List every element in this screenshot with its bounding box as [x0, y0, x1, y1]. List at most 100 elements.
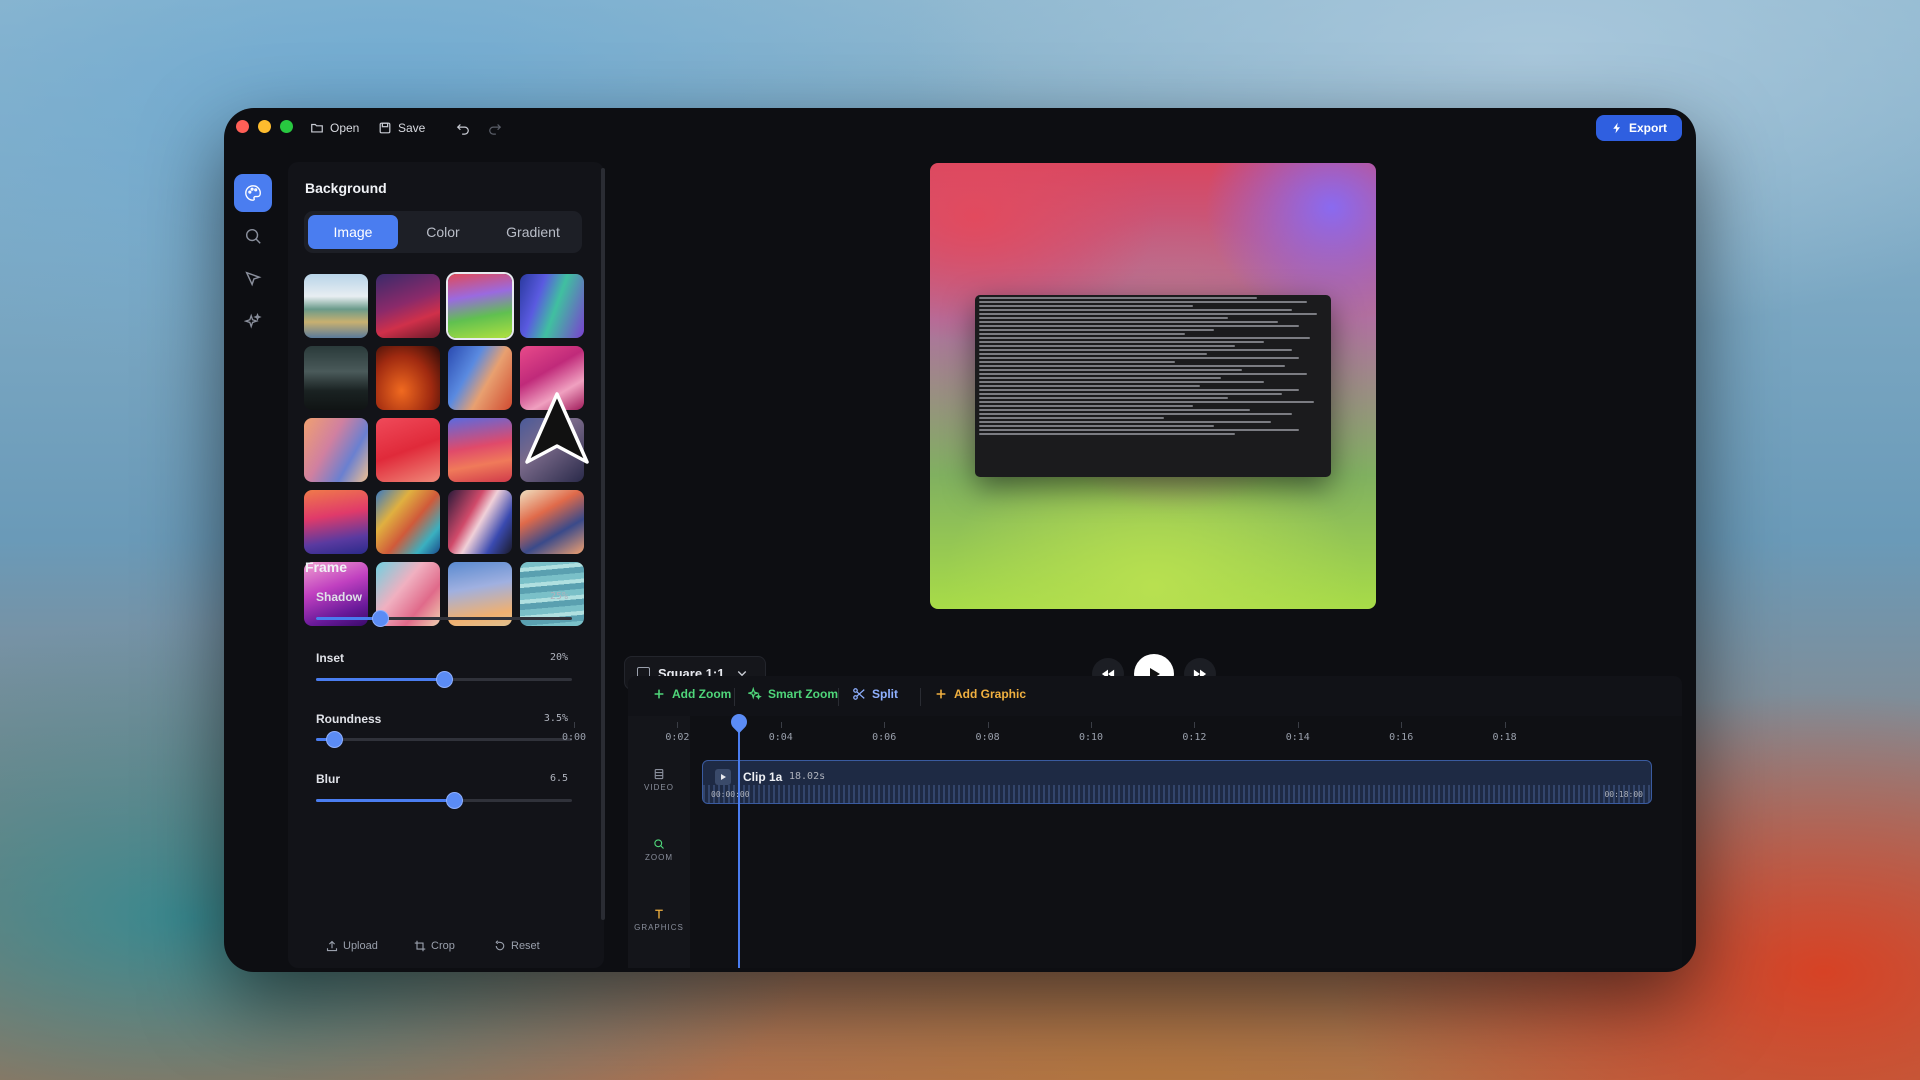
wallpaper-thumbnail[interactable]	[448, 490, 512, 554]
blur-slider-fill	[316, 799, 455, 802]
time-tick-mark	[987, 722, 989, 728]
video-track-label[interactable]: VIDEO	[628, 768, 690, 792]
wallpaper-thumbnail[interactable]	[376, 490, 440, 554]
timeline-tracks[interactable]	[628, 716, 1682, 968]
time-tick-label: 0:02	[665, 732, 690, 743]
add-graphic-label: Add Graphic	[954, 687, 1027, 701]
minimize-window-button[interactable]	[258, 120, 271, 133]
terminal-log-line	[979, 365, 1286, 367]
time-tick-mark	[1091, 722, 1092, 728]
cursor-tool-button[interactable]	[234, 260, 272, 298]
wallpaper-thumbnail[interactable]	[304, 418, 368, 482]
reset-button[interactable]: Reset	[494, 936, 540, 956]
add-zoom-button[interactable]: Add Zoom	[652, 687, 731, 701]
maximize-window-button[interactable]	[280, 120, 293, 133]
terminal-log-line	[979, 385, 1200, 387]
wallpaper-thumbnail[interactable]	[520, 490, 584, 554]
zoom-track-label[interactable]: ZOOM	[628, 838, 690, 862]
smart-zoom-button[interactable]: Smart Zoom	[748, 687, 838, 701]
smart-zoom-label: Smart Zoom	[768, 687, 839, 701]
zoom-tool-button[interactable]	[234, 217, 272, 255]
inset-slider[interactable]	[316, 671, 572, 688]
export-label: Export	[1628, 121, 1667, 135]
wallpaper-thumbnail[interactable]	[304, 346, 368, 410]
roundness-label: Roundness	[316, 712, 382, 726]
redo-button[interactable]	[488, 116, 502, 140]
toolbar-divider	[734, 688, 735, 706]
toolbar-divider	[838, 688, 839, 706]
export-button[interactable]: Export	[1596, 115, 1682, 141]
terminal-log-line	[979, 401, 1314, 403]
wallpaper-thumbnail[interactable]	[304, 490, 368, 554]
open-button[interactable]: Open	[310, 116, 359, 140]
wallpaper-thumbnail[interactable]	[448, 346, 512, 410]
clip-start-time: 00:00:00	[711, 790, 750, 799]
terminal-log-line	[979, 337, 1311, 339]
inset-value: 20%	[549, 652, 568, 663]
terminal-log-line	[979, 393, 1282, 395]
wallpaper-thumbnail[interactable]	[376, 274, 440, 338]
settings-panel: Background Image Color Gradient Frame Sh…	[288, 162, 604, 968]
split-button[interactable]: Split	[852, 687, 898, 701]
canvas-preview[interactable]	[930, 163, 1376, 609]
bolt-icon	[1613, 122, 1620, 134]
terminal-log-line	[979, 361, 1175, 363]
upload-button[interactable]: Upload	[326, 936, 378, 956]
effects-tool-button[interactable]	[234, 303, 272, 341]
wallpaper-thumbnail-selected[interactable]	[448, 274, 512, 338]
graphics-track-label[interactable]: GRAPHICS	[628, 908, 690, 932]
panel-scrollbar[interactable]	[601, 168, 605, 920]
audio-waveform	[703, 785, 1651, 803]
terminal-log-line	[979, 353, 1207, 355]
search-icon	[654, 839, 664, 849]
blur-slider-handle[interactable]	[446, 792, 464, 809]
wallpaper-thumbnail[interactable]	[520, 274, 584, 338]
tab-gradient[interactable]: Gradient	[488, 215, 578, 249]
crop-label: Crop	[431, 940, 455, 952]
save-label: Save	[398, 121, 426, 135]
wallpaper-thumbnail[interactable]	[304, 274, 368, 338]
terminal-log-line	[979, 425, 1214, 427]
tab-image[interactable]: Image	[308, 215, 398, 249]
time-tick-label: 0:18	[1492, 732, 1517, 743]
close-window-button[interactable]	[236, 120, 249, 133]
time-tick-mark	[1297, 722, 1299, 728]
save-button[interactable]: Save	[378, 116, 425, 140]
tool-rail	[234, 174, 274, 346]
time-tick-label: 0:04	[768, 732, 793, 743]
background-type-tabs: Image Color Gradient	[304, 211, 582, 253]
scissors-icon	[853, 688, 865, 700]
wallpaper-thumbnail[interactable]	[376, 346, 440, 410]
terminal-log-line	[979, 329, 1214, 331]
crop-button[interactable]: Crop	[414, 936, 455, 956]
time-tick-label: 0:08	[975, 732, 1000, 743]
terminal-log-line	[979, 433, 1236, 435]
sparkles-icon	[748, 687, 762, 700]
wallpaper-thumbnail[interactable]	[448, 418, 512, 482]
blur-slider[interactable]	[316, 792, 572, 809]
clip-name: Clip 1a	[743, 770, 783, 784]
terminal-log-line	[979, 349, 1293, 351]
video-clip[interactable]: Clip 1a 18.02s 00:00:00 00:18:00	[702, 760, 1652, 804]
inset-slider-handle[interactable]	[436, 671, 453, 688]
roundness-slider[interactable]	[316, 731, 572, 748]
app-window: Open Save Export Background Image Color …	[224, 108, 1696, 972]
time-tick-mark	[574, 722, 575, 728]
time-tick-mark	[1504, 722, 1506, 728]
title-bar: Open Save Export	[224, 108, 1696, 148]
terminal-log-line	[979, 417, 1165, 419]
tab-color[interactable]: Color	[398, 215, 488, 249]
wallpaper-thumbnail[interactable]	[376, 418, 440, 482]
roundness-slider-handle[interactable]	[325, 731, 343, 748]
undo-button[interactable]	[456, 116, 470, 140]
add-graphic-button[interactable]: Add Graphic	[934, 687, 1026, 701]
crop-icon	[414, 940, 426, 952]
folder-icon	[311, 123, 323, 133]
playhead-line[interactable]	[738, 720, 740, 968]
save-icon	[379, 122, 391, 134]
shadow-slider[interactable]	[316, 610, 572, 627]
terminal-log-line	[979, 369, 1243, 371]
shadow-slider-handle[interactable]	[372, 610, 389, 627]
terminal-log-line	[979, 397, 1229, 399]
background-tool-button[interactable]	[234, 174, 272, 212]
